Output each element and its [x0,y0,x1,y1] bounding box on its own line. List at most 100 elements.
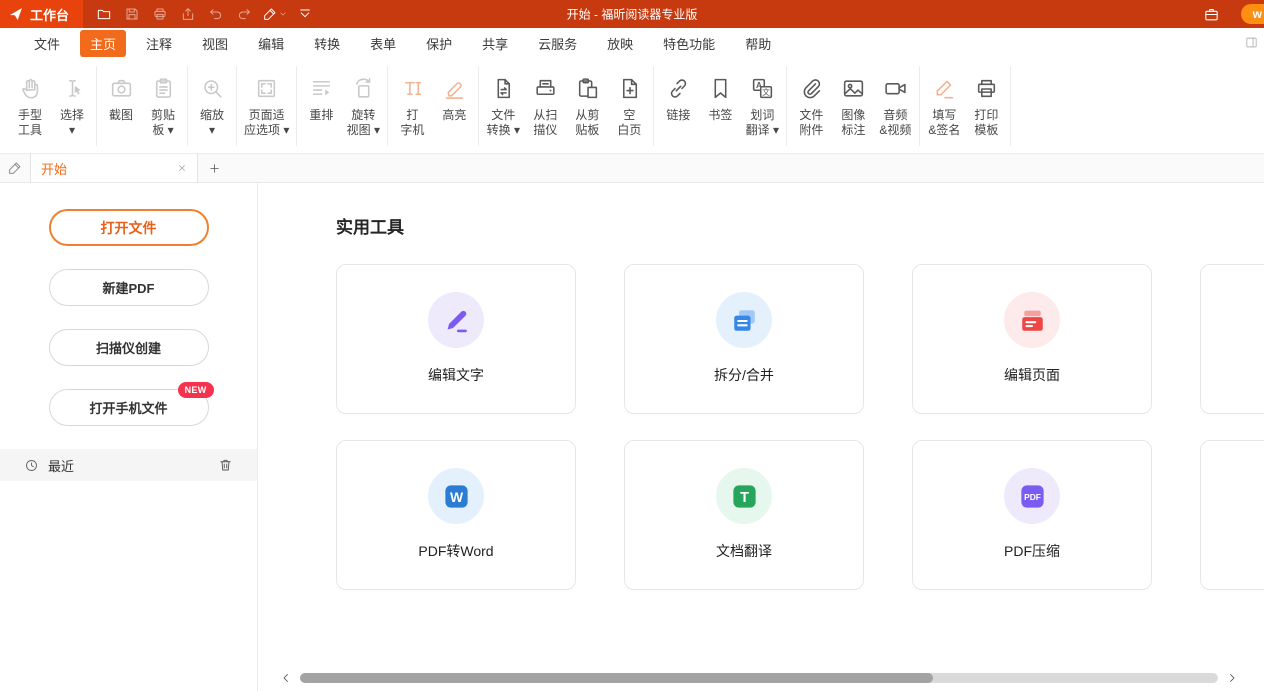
video-icon [883,76,908,101]
tool-select-tool[interactable]: 选择 ▾ [51,66,93,146]
menu-special-features[interactable]: 特色功能 [653,30,725,57]
tool-reflow[interactable]: 重排 [300,66,342,146]
titlebar-right [1198,0,1224,28]
menu-form[interactable]: 表单 [360,30,406,57]
tool-highlight[interactable]: 高亮 [433,66,475,146]
tool-from-clipboard[interactable]: 从剪 贴板 [566,66,608,146]
folder-open-icon [96,6,112,22]
menu-cloud-service[interactable]: 云服务 [528,30,587,57]
tool-typewriter[interactable]: 打 字机 [391,66,433,146]
tool-file-attachment[interactable]: 文件 附件 [790,66,832,146]
tool-from-scanner[interactable]: 从扫 描仪 [524,66,566,146]
card-pdf-to-word[interactable]: WPDF转Word [336,440,576,590]
menu-file[interactable]: 文件 [24,30,70,57]
customize-toolbar-button[interactable] [292,2,318,26]
member-button[interactable]: w [1241,4,1264,24]
redo-icon [236,6,252,22]
pen-mode-button[interactable] [0,154,30,182]
hand-icon [18,76,43,101]
scrollbar-track[interactable] [300,673,1218,683]
window-title: 开始 - 福昕阅读器专业版 [567,6,698,23]
panel-toggle-button[interactable] [1244,35,1262,51]
tool-label: 链接 [666,108,690,123]
tool-print-template[interactable]: 打印 模板 [965,66,1007,146]
card-edit-pages[interactable]: 编辑页面 [912,264,1152,414]
tool-label: 打 字机 [400,108,424,138]
save-button[interactable] [119,2,145,26]
tool-link[interactable]: 链接 [657,66,699,146]
bookmark-icon [708,76,733,101]
open-file-button[interactable] [91,2,117,26]
tool-file-convert[interactable]: 文件 转换 ▾ [482,66,524,146]
menu-protect[interactable]: 保护 [416,30,462,57]
sidebar-buttons: 打开文件新建PDF 扫描仪创建打开手机文件NEW [0,209,257,426]
card-pdf-compress[interactable]: PDFPDF压缩 [912,440,1152,590]
tool-page-fit-options[interactable]: 页面适 应选项 ▾ [240,66,293,146]
chevron-left-icon[interactable] [280,672,292,684]
close-tab-icon[interactable] [177,163,187,173]
open-mobile-file-button[interactable]: 打开手机文件NEW [49,389,209,426]
card-split-merge[interactable]: 拆分/合并 [624,264,864,414]
card-edit-text[interactable]: 编辑文字 [336,264,576,414]
split-merge-icon [730,306,759,335]
tool-fill-sign[interactable]: 填写 &签名 [923,66,965,146]
svg-text:PDF: PDF [1024,491,1041,501]
tool-clipboard[interactable]: 剪贴 板 ▾ [142,66,184,146]
pen-tools-button[interactable] [259,2,290,26]
workspace-label: 工作台 [30,5,69,24]
translate-icon: A文 [750,76,775,101]
open-file-button[interactable]: 打开文件 [49,209,209,246]
toolbar-customize-icon [297,6,313,22]
recent-label: 最近 [48,456,74,475]
paste-page-icon [575,76,600,101]
menu-share[interactable]: 共享 [472,30,518,57]
card-doc-translate[interactable]: T文档翻译 [624,440,864,590]
menu-view[interactable]: 视图 [192,30,238,57]
plus-icon [208,162,221,175]
recent-row[interactable]: 最近 [0,449,257,481]
menu-edit[interactable]: 编辑 [248,30,294,57]
menu-slideshow[interactable]: 放映 [597,30,643,57]
workspace-button[interactable]: 工作台 [0,0,83,28]
new-pdf-button[interactable]: 新建PDF [49,269,209,306]
tool-label: 文件 附件 [799,108,823,138]
tool-snapshot[interactable]: 截图 [100,66,142,146]
tool-hand-tool[interactable]: 手型 工具 [9,66,51,146]
workspace-switch-button[interactable] [1198,2,1224,26]
print-button[interactable] [147,2,173,26]
menu-convert[interactable]: 转换 [304,30,350,57]
card-partial[interactable] [1200,264,1264,414]
scrollbar-thumb[interactable] [300,673,933,683]
menu-help[interactable]: 帮助 [735,30,781,57]
pen-icon [262,6,278,22]
pdf-compress-icon: PDF [1018,482,1047,511]
create-from-scanner-button[interactable]: 扫描仪创建 [49,329,209,366]
ribbon-group: 重排旋转 视图 ▾ [297,66,388,146]
card-label: 编辑页面 [1004,365,1060,385]
tool-blank-page[interactable]: 空 白页 [608,66,650,146]
chevron-right-icon[interactable] [1226,672,1238,684]
undo-button[interactable] [203,2,229,26]
side-button-label: 扫描仪创建 [96,338,161,357]
trash-icon[interactable] [218,457,233,473]
new-tab-button[interactable] [198,154,230,182]
tool-audio-video[interactable]: 音频 &视频 [874,66,916,146]
tool-zoom[interactable]: 缩放 ▾ [191,66,233,146]
card-icon-circle: W [428,468,484,524]
side-button-label: 新建PDF [102,278,154,297]
tool-image-annotation[interactable]: 图像 标注 [832,66,874,146]
redo-button[interactable] [231,2,257,26]
tool-word-translate[interactable]: A文划词 翻译 ▾ [741,66,783,146]
tabs: 开始 [30,154,198,182]
translate-badge-icon: T [730,482,759,511]
tool-rotate-view[interactable]: 旋转 视图 ▾ [342,66,384,146]
sidebar: 打开文件新建PDF 扫描仪创建打开手机文件NEW 最近 [0,183,258,691]
file-convert-icon [491,76,516,101]
menu-comment[interactable]: 注释 [136,30,182,57]
tab-start[interactable]: 开始 [30,154,198,182]
menu-home[interactable]: 主页 [80,30,126,57]
share-button[interactable] [175,2,201,26]
card-icon-circle: PDF [1004,468,1060,524]
tool-bookmark[interactable]: 书签 [699,66,741,146]
card-partial[interactable] [1200,440,1264,590]
